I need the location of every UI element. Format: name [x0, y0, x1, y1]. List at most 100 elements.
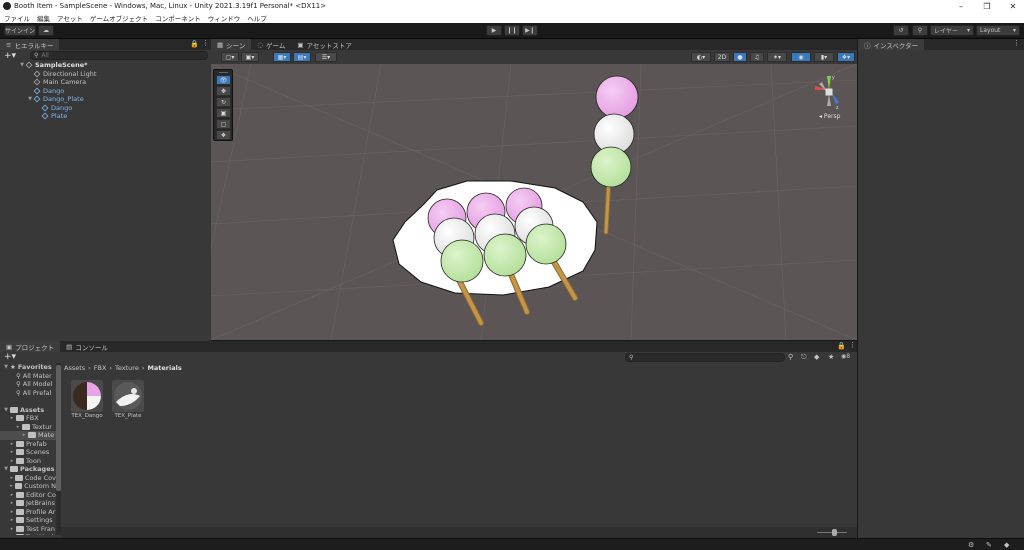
hierarchy-item[interactable]: Plate: [0, 112, 211, 121]
palette-handle[interactable]: [219, 72, 228, 73]
menu-window[interactable]: ウィンドウ: [208, 13, 241, 23]
play-button[interactable]: ▶: [486, 25, 502, 36]
expand-arrow-icon[interactable]: ▸: [8, 483, 15, 489]
rotate-tool-icon[interactable]: ↻: [216, 97, 231, 107]
lighting-icon[interactable]: ●: [733, 52, 747, 62]
more-icon[interactable]: ⋮: [1013, 39, 1020, 47]
favorite-star-icon[interactable]: ★: [828, 353, 834, 361]
expand-arrow-icon[interactable]: ▸: [20, 432, 28, 438]
collab-icon[interactable]: ◆: [1004, 541, 1009, 549]
project-tree-item[interactable]: ⚲ All Prefal: [0, 389, 56, 398]
project-tree-item[interactable]: ▼ Assets: [0, 406, 56, 415]
layout-dropdown[interactable]: Layout ▾: [976, 25, 1020, 36]
project-tree-item[interactable]: ▸ Code Cov: [0, 474, 56, 483]
minimize-button[interactable]: –: [950, 0, 972, 12]
pause-button[interactable]: ❙❙: [504, 25, 520, 36]
menu-component[interactable]: コンポーネント: [155, 13, 201, 23]
effects-icon[interactable]: ✶▾: [767, 52, 787, 62]
expand-arrow-icon[interactable]: ▼: [2, 466, 10, 472]
project-tree-item[interactable]: ▸ TextMesh: [0, 533, 56, 535]
menu-file[interactable]: ファイル: [4, 13, 30, 23]
hierarchy-item[interactable]: Main Camera: [0, 78, 211, 87]
tab-inspector[interactable]: ⓘ インスペクター: [858, 39, 925, 50]
expand-arrow-icon[interactable]: ▸: [8, 449, 16, 455]
transform-tool-icon[interactable]: ❖: [216, 130, 231, 140]
persp-label[interactable]: ◂ Persp: [819, 113, 840, 120]
project-tree-item[interactable]: ▸ Scenes: [0, 448, 56, 457]
expand-arrow-icon[interactable]: ▸: [8, 534, 16, 535]
project-tree-item[interactable]: ▸ Textur: [0, 423, 56, 432]
tab-game[interactable]: ◌ ゲーム: [251, 39, 291, 50]
layers-dropdown[interactable]: レイヤー ▾: [930, 25, 974, 36]
asset-tex-dango[interactable]: TEX_Dango: [70, 379, 104, 421]
tree-scrollbar[interactable]: [56, 363, 61, 535]
expand-arrow-icon[interactable]: ▸: [8, 475, 15, 481]
search-by-type-icon[interactable]: ⚲: [788, 353, 793, 361]
project-tree-item[interactable]: ▸ Settings: [0, 516, 56, 525]
project-tree-item[interactable]: ▸ JetBrains: [0, 499, 56, 508]
project-tree-item[interactable]: ▸ Prefab: [0, 440, 56, 449]
project-tree-item[interactable]: ▸ Mate: [0, 431, 56, 440]
lock-icon[interactable]: 🔒: [190, 40, 199, 48]
project-tree-item[interactable]: ⚲ All Mater: [0, 372, 56, 381]
hidden-packages-icon[interactable]: ◉8: [841, 353, 850, 360]
more-icon[interactable]: ⋮: [202, 39, 209, 47]
more-icon[interactable]: ⋮: [849, 341, 856, 349]
project-tree-item[interactable]: ▸ Profile Ar: [0, 508, 56, 517]
scale-tool-icon[interactable]: ▣: [216, 108, 231, 118]
add-icon[interactable]: +▾: [4, 51, 16, 61]
tab-project[interactable]: ▣ プロジェクト: [0, 341, 61, 352]
move-tool-icon[interactable]: ✥: [216, 86, 231, 96]
search-by-label-icon[interactable]: ⎋: [801, 353, 807, 362]
project-tree-item[interactable]: ▼ Packages: [0, 465, 56, 474]
project-tree-item[interactable]: ▼ ★ Favorites: [0, 363, 56, 372]
tab-hierarchy[interactable]: ≡ ヒエラルキー: [0, 39, 60, 50]
expand-arrow-icon[interactable]: ▼: [26, 96, 34, 102]
hierarchy-item[interactable]: ▼ SampleScene*: [0, 61, 211, 70]
view-tool-eye-icon[interactable]: 👁: [216, 75, 231, 85]
project-tree-item[interactable]: ▸ Toon: [0, 457, 56, 466]
expand-arrow-icon[interactable]: ▸: [14, 424, 22, 430]
increment-snap-button[interactable]: ☰▾: [315, 52, 337, 62]
draw-mode-button[interactable]: ▣▾: [241, 52, 259, 62]
project-tree-item[interactable]: ⚲ All Model: [0, 380, 56, 389]
audio-icon[interactable]: ♫: [750, 52, 764, 62]
tree-scrollbar-thumb[interactable]: [56, 365, 61, 491]
rect-tool-icon[interactable]: ▢: [216, 119, 231, 129]
asset-tex-plate[interactable]: TEX_Plate: [111, 379, 145, 421]
breadcrumb-assets[interactable]: Assets: [64, 364, 85, 372]
hidden-objects-icon[interactable]: ◉: [791, 52, 811, 62]
add-icon[interactable]: +▾: [4, 352, 16, 362]
hierarchy-item[interactable]: Dango: [0, 104, 211, 113]
expand-arrow-icon[interactable]: ▸: [8, 441, 16, 447]
breadcrumb-texture[interactable]: Texture: [115, 364, 139, 372]
expand-arrow-icon[interactable]: ▸: [8, 526, 16, 532]
hierarchy-item[interactable]: ▼ Dango_Plate: [0, 95, 211, 104]
toggle-2d-button[interactable]: 2D: [714, 52, 730, 62]
render-mode-button[interactable]: ◐▾: [691, 52, 711, 62]
camera-icon[interactable]: ▮▾: [814, 52, 834, 62]
grid-snap-button[interactable]: ▤▾: [293, 52, 311, 62]
menu-assets[interactable]: アセット: [57, 13, 83, 23]
cloud-icon[interactable]: ☁: [38, 25, 54, 36]
breadcrumb-fbx[interactable]: FBX: [94, 364, 107, 372]
expand-arrow-icon[interactable]: ▸: [8, 500, 16, 506]
shading-mode-button[interactable]: ▢▾: [221, 52, 239, 62]
menu-edit[interactable]: 編集: [37, 13, 50, 23]
pivot-button[interactable]: ▦▾: [273, 52, 291, 62]
expand-arrow-icon[interactable]: ▼: [2, 407, 10, 413]
step-button[interactable]: ▶❙: [522, 25, 538, 36]
tab-scene[interactable]: ▦ シーン: [211, 39, 252, 50]
debug-icon[interactable]: ✎: [986, 541, 992, 549]
expand-arrow-icon[interactable]: ▸: [8, 509, 16, 515]
menu-help[interactable]: ヘルプ: [247, 13, 267, 23]
project-tree-item[interactable]: ▸ Editor Co: [0, 491, 56, 500]
expand-arrow-icon[interactable]: ▼: [18, 62, 26, 68]
gizmos-icon[interactable]: ❖▾: [837, 52, 855, 62]
expand-arrow-icon[interactable]: ▸: [8, 458, 16, 464]
zoom-slider-handle[interactable]: [832, 529, 837, 536]
expand-arrow-icon[interactable]: ▸: [8, 517, 16, 523]
maximize-button[interactable]: ❐: [976, 0, 998, 12]
expand-arrow-icon[interactable]: ▸: [8, 415, 16, 421]
project-tree-item[interactable]: ▸ FBX: [0, 414, 56, 423]
